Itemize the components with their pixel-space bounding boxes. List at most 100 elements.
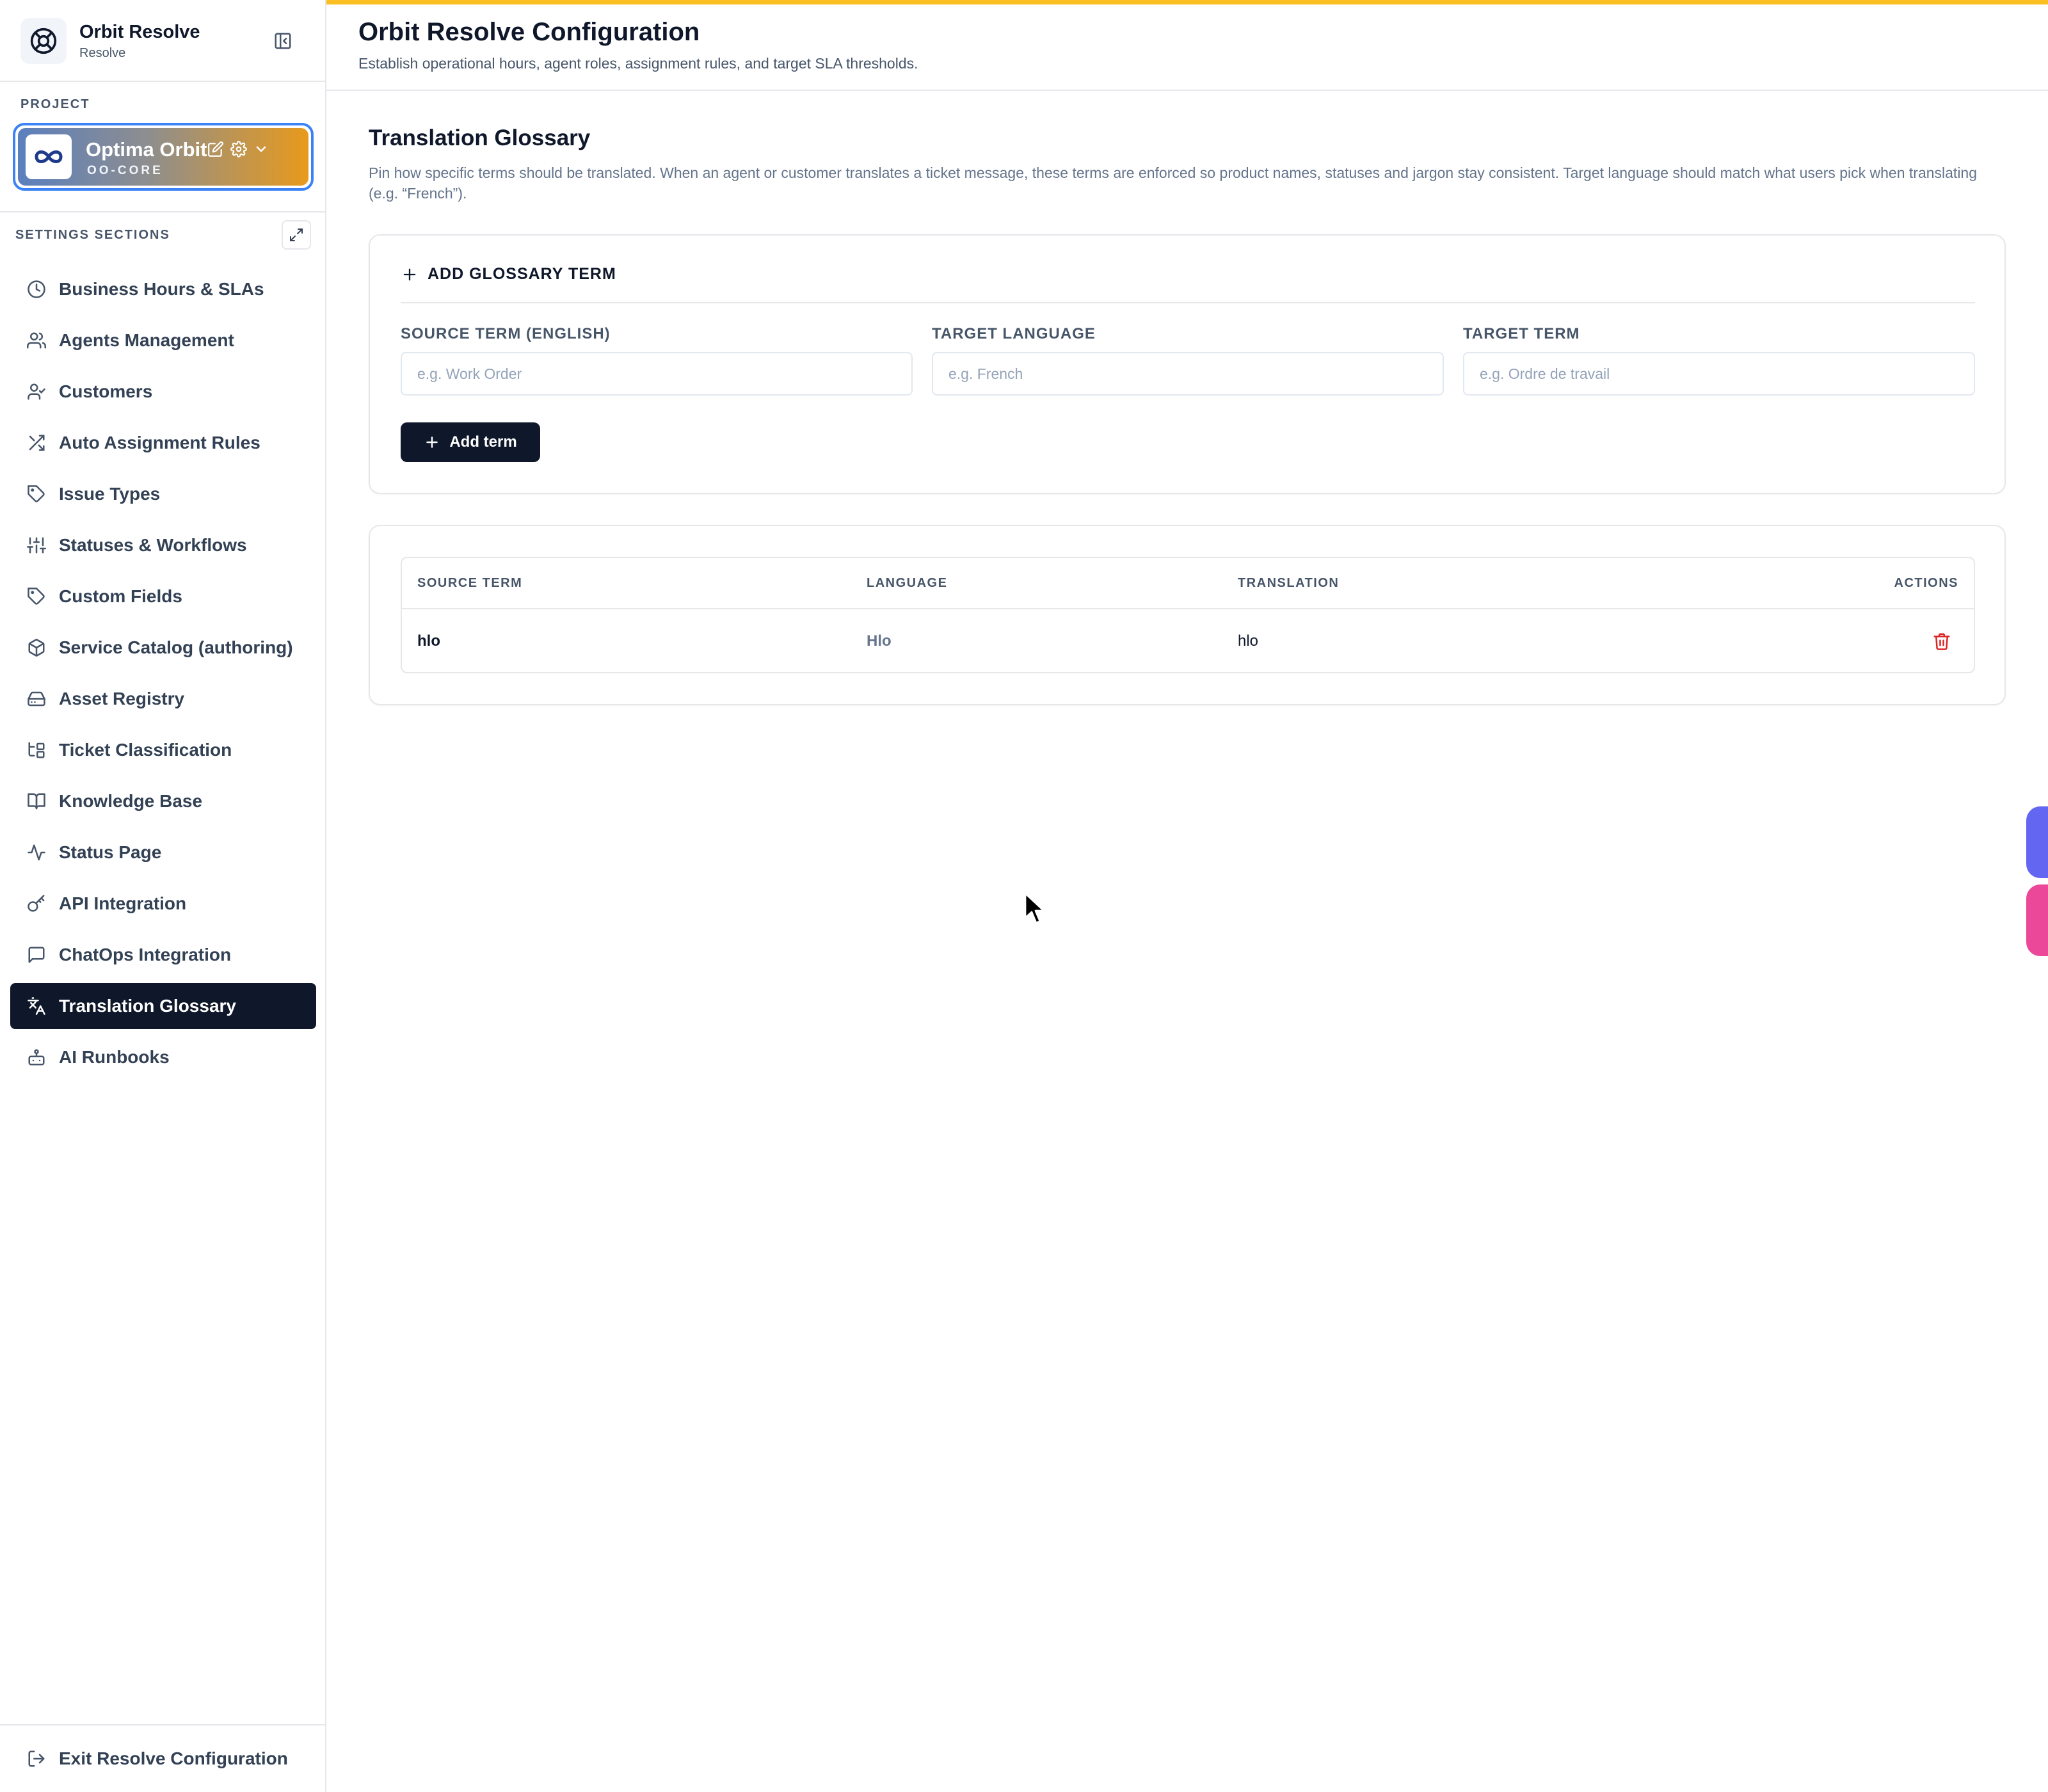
edit-icon[interactable] xyxy=(207,141,224,157)
sidebar-item-ai-runbooks[interactable]: AI Runbooks xyxy=(10,1034,316,1080)
table-row: hlo Hlo hlo xyxy=(402,611,1974,673)
maximize-icon xyxy=(290,228,303,241)
project-code: OO-CORE xyxy=(87,164,163,177)
trash-icon xyxy=(1933,633,1950,650)
section-title: Translation Glossary xyxy=(369,125,591,150)
mouse-cursor-icon xyxy=(1024,892,1050,925)
sidebar-item-service-catalog[interactable]: Service Catalog (authoring) xyxy=(10,625,316,671)
sidebar-item-translation-glossary[interactable]: Translation Glossary xyxy=(10,983,316,1029)
hard-drive-icon xyxy=(26,688,47,710)
package-icon xyxy=(26,637,47,659)
sidebar-item-label: Translation Glossary xyxy=(59,996,236,1016)
source-term-input[interactable] xyxy=(401,352,913,396)
exit-configuration-button[interactable]: Exit Resolve Configuration xyxy=(10,1736,316,1782)
sidebar-item-label: Business Hours & SLAs xyxy=(59,279,264,299)
sidebar-item-label: API Integration xyxy=(59,893,187,913)
chevron-down-icon[interactable] xyxy=(253,141,269,157)
gear-icon[interactable] xyxy=(230,141,247,157)
column-header-language: LANGUAGE xyxy=(867,576,948,590)
expand-button[interactable] xyxy=(282,220,311,250)
sidebar-item-knowledge-base[interactable]: Knowledge Base xyxy=(10,778,316,824)
sidebar-item-label: Service Catalog (authoring) xyxy=(59,637,293,657)
sidebar-item-label: Agents Management xyxy=(59,330,234,350)
page-subtitle: Establish operational hours, agent roles… xyxy=(358,55,918,72)
sidebar-item-label: Ticket Classification xyxy=(59,740,232,760)
folder-tree-icon xyxy=(26,739,47,761)
sidebar-item-custom-fields[interactable]: Custom Fields xyxy=(10,573,316,620)
sidebar-item-chatops[interactable]: ChatOps Integration xyxy=(10,932,316,978)
delete-term-button[interactable] xyxy=(1929,628,1955,654)
user-check-icon xyxy=(26,381,47,403)
target-term-input[interactable] xyxy=(1463,352,1975,396)
sidebar-item-label: Issue Types xyxy=(59,484,161,504)
divider xyxy=(0,1724,326,1725)
panel-left-close-icon xyxy=(275,33,291,49)
tag-icon xyxy=(26,586,47,607)
divider xyxy=(326,90,2048,91)
floating-action-button-secondary[interactable] xyxy=(2026,884,2048,956)
bot-icon xyxy=(26,1046,47,1068)
settings-nav: Business Hours & SLAs Agents Management … xyxy=(10,266,316,1085)
book-open-icon xyxy=(26,790,47,812)
cell-translation: hlo xyxy=(1238,632,1259,650)
column-header-source: SOURCE TERM xyxy=(417,576,523,590)
activity-icon xyxy=(26,842,47,863)
target-language-input[interactable] xyxy=(932,352,1444,396)
sliders-icon xyxy=(26,534,47,556)
brand: Orbit Resolve Resolve xyxy=(20,18,306,64)
sidebar-item-customers[interactable]: Customers xyxy=(10,369,316,415)
shuffle-icon xyxy=(26,432,47,454)
sidebar-item-label: AI Runbooks xyxy=(59,1047,170,1067)
settings-sections-label: SETTINGS SECTIONS xyxy=(15,228,170,242)
sidebar-item-ticket-classification[interactable]: Ticket Classification xyxy=(10,727,316,773)
sidebar-item-label: Custom Fields xyxy=(59,586,182,606)
cell-language: Hlo xyxy=(867,632,892,650)
sidebar-item-label: Asset Registry xyxy=(59,689,185,708)
add-term-card: ADD GLOSSARY TERM SOURCE TERM (ENGLISH) … xyxy=(369,234,2006,494)
sidebar-item-label: Customers xyxy=(59,381,153,401)
sidebar-item-auto-assignment[interactable]: Auto Assignment Rules xyxy=(10,420,316,466)
app-name: Orbit Resolve xyxy=(79,22,200,42)
plus-icon xyxy=(403,268,416,280)
tag-icon xyxy=(26,483,47,505)
sidebar-item-api-integration[interactable]: API Integration xyxy=(10,881,316,927)
exit-label: Exit Resolve Configuration xyxy=(59,1748,288,1768)
cell-source-term: hlo xyxy=(417,632,440,650)
message-square-icon xyxy=(26,944,47,966)
column-header-actions: ACTIONS xyxy=(1894,576,1958,590)
log-out-icon xyxy=(26,1748,47,1770)
infinity-logo-icon xyxy=(26,134,72,179)
page-title: Orbit Resolve Configuration xyxy=(358,18,700,46)
divider xyxy=(401,302,1975,303)
glossary-table: SOURCE TERM LANGUAGE TRANSLATION ACTIONS… xyxy=(401,557,1975,673)
lifebuoy-icon xyxy=(20,18,67,64)
collapse-sidebar-button[interactable] xyxy=(270,28,296,54)
sidebar-item-business-hours[interactable]: Business Hours & SLAs xyxy=(10,266,316,312)
sidebar-item-agents[interactable]: Agents Management xyxy=(10,317,316,364)
key-icon xyxy=(26,893,47,915)
plus-icon xyxy=(426,436,438,448)
clock-icon xyxy=(26,278,47,300)
floating-action-button-primary[interactable] xyxy=(2026,806,2048,878)
sidebar-item-label: ChatOps Integration xyxy=(59,945,232,964)
table-header: SOURCE TERM LANGUAGE TRANSLATION ACTIONS xyxy=(402,558,1974,609)
add-term-button[interactable]: Add term xyxy=(401,422,540,462)
sidebar-item-issue-types[interactable]: Issue Types xyxy=(10,471,316,517)
target-language-label: TARGET LANGUAGE xyxy=(932,325,1096,342)
project-selector[interactable]: Optima Orbit OO-CORE xyxy=(13,123,314,191)
glossary-table-card: SOURCE TERM LANGUAGE TRANSLATION ACTIONS… xyxy=(369,525,2006,705)
section-description: Pin how specific terms should be transla… xyxy=(369,164,1978,202)
app-subtitle: Resolve xyxy=(79,46,126,60)
sidebar: Orbit Resolve Resolve PROJECT Optima Orb… xyxy=(0,0,326,1792)
sidebar-item-statuses[interactable]: Statuses & Workflows xyxy=(10,522,316,568)
users-icon xyxy=(26,330,47,351)
sidebar-item-label: Status Page xyxy=(59,842,162,862)
sidebar-item-label: Knowledge Base xyxy=(59,791,203,811)
sidebar-item-label: Auto Assignment Rules xyxy=(59,433,260,452)
languages-icon xyxy=(26,995,47,1017)
source-term-label: SOURCE TERM (ENGLISH) xyxy=(401,325,611,342)
sidebar-item-status-page[interactable]: Status Page xyxy=(10,829,316,876)
project-label: PROJECT xyxy=(20,97,90,111)
sidebar-item-label: Statuses & Workflows xyxy=(59,535,247,555)
sidebar-item-asset-registry[interactable]: Asset Registry xyxy=(10,676,316,722)
